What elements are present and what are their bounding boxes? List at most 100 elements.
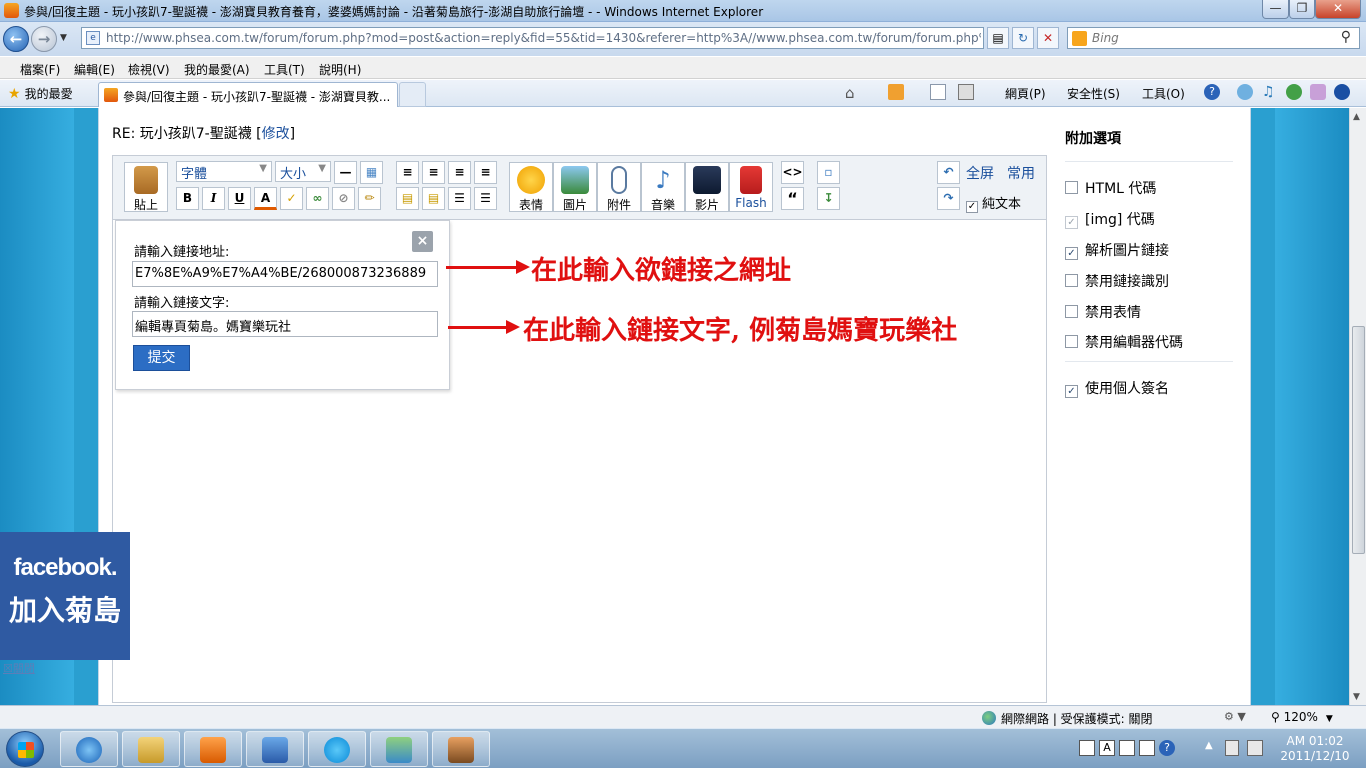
- zoom-control[interactable]: ⚲ 120% ▼: [1271, 710, 1333, 724]
- link-url-input[interactable]: E7%8E%A9%E7%A4%BE/268000873236889: [132, 261, 438, 287]
- paste-button[interactable]: 貼上: [124, 162, 168, 212]
- scroll-up-icon[interactable]: ▲: [1353, 112, 1360, 122]
- common-button[interactable]: 常用: [1007, 163, 1035, 183]
- start-button[interactable]: [6, 731, 44, 767]
- favorites-button[interactable]: ★ 我的最愛: [8, 85, 73, 102]
- video-button[interactable]: 影片: [685, 162, 729, 212]
- option-disable-link-detect[interactable]: 禁用鏈接識別: [1065, 271, 1169, 291]
- facebook-close-link[interactable]: ☒關閉: [3, 660, 35, 676]
- taskbar-clock[interactable]: AM 01:02 2011/12/10: [1275, 734, 1355, 764]
- menu-tools[interactable]: 工具(T): [264, 61, 305, 78]
- page-break-icon[interactable]: ▫: [817, 161, 840, 184]
- url-text[interactable]: http://www.phsea.com.tw/forum/forum.php?…: [106, 31, 981, 45]
- close-window-button[interactable]: ✕: [1315, 0, 1361, 19]
- music-note-icon[interactable]: ♫: [1262, 84, 1278, 100]
- page-menu[interactable]: 網頁(P): [1005, 85, 1046, 102]
- plaintext-checkbox[interactable]: ✓: [966, 201, 978, 213]
- float-right-icon[interactable]: ▤: [422, 187, 445, 210]
- taskbar-ie[interactable]: [60, 731, 118, 767]
- taskbar-editor[interactable]: [246, 731, 304, 767]
- option-checkbox[interactable]: [1065, 305, 1078, 318]
- show-hidden-icons[interactable]: ▲: [1205, 740, 1213, 751]
- redo-icon[interactable]: ↷: [937, 187, 960, 210]
- attach-button[interactable]: 附件: [597, 162, 641, 212]
- forward-button[interactable]: →: [31, 26, 57, 52]
- option-disable-emoticons[interactable]: 禁用表情: [1065, 302, 1141, 322]
- underline-button[interactable]: U: [228, 187, 251, 210]
- addon-icon[interactable]: [1310, 84, 1326, 100]
- unordered-list-icon[interactable]: ☰: [474, 187, 497, 210]
- undo-icon[interactable]: ↶: [937, 161, 960, 184]
- option-use-signature[interactable]: ✓ 使用個人簽名: [1065, 378, 1169, 398]
- emoticon-button[interactable]: 表情: [509, 162, 553, 212]
- taskbar-explorer[interactable]: [122, 731, 180, 767]
- size-select[interactable]: 大小 ▼: [275, 161, 331, 182]
- italic-button[interactable]: I: [202, 187, 225, 210]
- edit-title-link[interactable]: 修改: [262, 126, 290, 142]
- search-field[interactable]: Bing ⚲: [1067, 27, 1360, 49]
- spellcheck-icon[interactable]: ✓: [280, 187, 303, 210]
- bluetooth-icon[interactable]: [1334, 84, 1350, 100]
- menu-file[interactable]: 檔案(F): [20, 61, 60, 78]
- float-left-icon[interactable]: ▤: [396, 187, 419, 210]
- search-icon[interactable]: ⚲: [1341, 29, 1351, 45]
- option-checkbox[interactable]: [1065, 181, 1078, 194]
- option-checkbox[interactable]: ✓: [1065, 385, 1078, 398]
- option-disable-editor-code[interactable]: 禁用編輯器代碼: [1065, 332, 1183, 352]
- dialog-close-button[interactable]: ×: [412, 231, 433, 252]
- music-button[interactable]: ♪ 音樂: [641, 162, 685, 212]
- new-tab-button[interactable]: [399, 82, 426, 107]
- print-icon[interactable]: [958, 84, 974, 100]
- help-icon[interactable]: ?: [1204, 84, 1220, 100]
- menu-edit[interactable]: 編輯(E): [74, 61, 115, 78]
- menu-help[interactable]: 說明(H): [319, 61, 361, 78]
- taskbar-skype[interactable]: [308, 731, 366, 767]
- menu-favorites[interactable]: 我的最愛(A): [184, 61, 250, 78]
- link-text-input[interactable]: 編輯專頁菊島。媽寶樂玩社: [132, 311, 438, 337]
- protected-mode-icon[interactable]: ⚙ ▼: [1224, 710, 1246, 723]
- feeds-icon[interactable]: [888, 84, 904, 100]
- security-zone[interactable]: 網際網路 | 受保護模式: 關閉: [982, 710, 1153, 727]
- fullscreen-button[interactable]: 全屏: [966, 163, 994, 183]
- option-checkbox[interactable]: [1065, 335, 1078, 348]
- download-icon[interactable]: ↧: [817, 187, 840, 210]
- align-left-icon[interactable]: ≡: [396, 161, 419, 184]
- ime-fullwidth-icon[interactable]: [1119, 740, 1135, 756]
- stop-icon[interactable]: ✕: [1037, 27, 1059, 49]
- menu-view[interactable]: 檢視(V): [128, 61, 170, 78]
- page-scrollbar[interactable]: ▲ ▼: [1349, 108, 1366, 705]
- option-checkbox[interactable]: [1065, 274, 1078, 287]
- ime-pad-icon[interactable]: [1139, 740, 1155, 756]
- align-center-icon[interactable]: ≡: [422, 161, 445, 184]
- facebook-join-banner[interactable]: facebook. 加入菊島: [0, 532, 130, 660]
- research-icon[interactable]: [1286, 84, 1302, 100]
- rich-text-editor[interactable]: 貼上 字體 ▼ 大小 ▼ — ▦ B I U A ✓ ∞ ⊘ ✏ ≡ ≡ ≡ ≡ ▤…: [112, 155, 1047, 703]
- home-icon[interactable]: ⌂: [845, 84, 861, 102]
- taskbar-messenger[interactable]: [370, 731, 428, 767]
- horizontal-rule-button[interactable]: —: [334, 161, 357, 184]
- network-icon[interactable]: [1247, 740, 1263, 756]
- ime-icon[interactable]: [1079, 740, 1095, 756]
- back-button[interactable]: ←: [3, 26, 29, 52]
- ordered-list-icon[interactable]: ☰: [448, 187, 471, 210]
- mail-icon[interactable]: [930, 84, 946, 100]
- device-icon[interactable]: [1225, 740, 1239, 756]
- messenger-icon[interactable]: [1237, 84, 1253, 100]
- quote-button[interactable]: “: [781, 187, 804, 210]
- safety-menu[interactable]: 安全性(S): [1067, 85, 1120, 102]
- taskbar-media-player[interactable]: [184, 731, 242, 767]
- flash-button[interactable]: Flash: [729, 162, 773, 212]
- bold-button[interactable]: B: [176, 187, 199, 210]
- text-color-button[interactable]: A: [254, 187, 277, 210]
- option-checkbox[interactable]: ✓: [1065, 247, 1078, 260]
- image-button[interactable]: 圖片: [553, 162, 597, 212]
- scroll-down-icon[interactable]: ▼: [1353, 692, 1360, 702]
- plaintext-toggle[interactable]: ✓ 純文本: [966, 193, 1021, 213]
- unlink-icon[interactable]: ⊘: [332, 187, 355, 210]
- taskbar-movie-maker[interactable]: [432, 731, 490, 767]
- url-field[interactable]: e http://www.phsea.com.tw/forum/forum.ph…: [81, 27, 984, 49]
- submit-button[interactable]: 提交: [133, 345, 190, 371]
- justify-icon[interactable]: ≡: [474, 161, 497, 184]
- insert-link-icon[interactable]: ∞: [306, 187, 329, 210]
- font-select[interactable]: 字體 ▼: [176, 161, 272, 182]
